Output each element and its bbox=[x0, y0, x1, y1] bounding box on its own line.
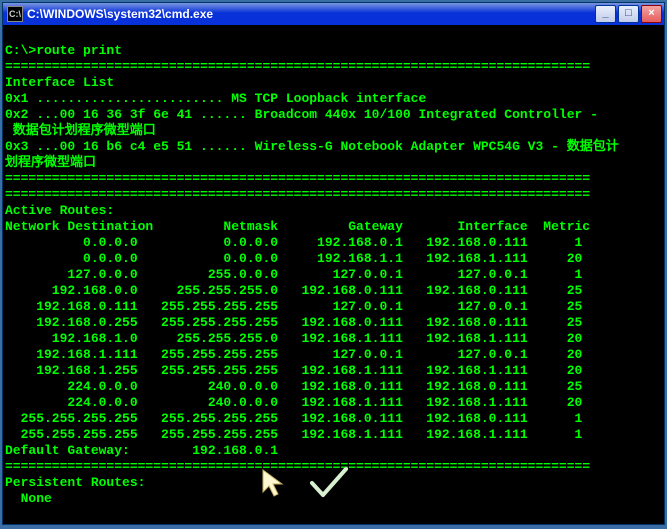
route-row: 255.255.255.255 255.255.255.255 192.168.… bbox=[5, 411, 582, 426]
divider-line: ========================================… bbox=[5, 171, 590, 186]
route-row: 0.0.0.0 0.0.0.0 192.168.1.1 192.168.1.11… bbox=[5, 251, 582, 266]
route-row: 224.0.0.0 240.0.0.0 192.168.1.111 192.16… bbox=[5, 395, 582, 410]
interface-entry: 划程序微型端口 bbox=[5, 155, 96, 170]
interface-entry: 数据包计划程序微型端口 bbox=[5, 123, 156, 138]
window-title: C:\WINDOWS\system32\cmd.exe bbox=[27, 7, 595, 21]
maximize-button[interactable]: □ bbox=[618, 5, 639, 23]
typed-command: route print bbox=[36, 43, 122, 58]
titlebar[interactable]: C:\ C:\WINDOWS\system32\cmd.exe _ □ × bbox=[3, 3, 664, 25]
route-table-header: Network Destination Netmask Gateway Inte… bbox=[5, 219, 590, 234]
divider-line: ========================================… bbox=[5, 59, 590, 74]
persistent-routes-header: Persistent Routes: bbox=[5, 475, 145, 490]
route-row: 192.168.1.111 255.255.255.255 127.0.0.1 … bbox=[5, 347, 582, 362]
route-row: 224.0.0.0 240.0.0.0 192.168.0.111 192.16… bbox=[5, 379, 582, 394]
persistent-routes-none: None bbox=[5, 491, 52, 506]
interface-entry: 0x2 ...00 16 36 3f 6e 41 ...... Broadcom… bbox=[5, 107, 598, 122]
interface-entry: 0x1 ........................ MS TCP Loop… bbox=[5, 91, 426, 106]
route-row: 255.255.255.255 255.255.255.255 192.168.… bbox=[5, 427, 582, 442]
cmd-window: C:\ C:\WINDOWS\system32\cmd.exe _ □ × C:… bbox=[2, 2, 665, 525]
window-controls: _ □ × bbox=[595, 5, 662, 23]
interface-list-header: Interface List bbox=[5, 75, 114, 90]
prompt: C:\> bbox=[5, 523, 36, 524]
prompt: C:\> bbox=[5, 43, 36, 58]
interface-entry: 0x3 ...00 16 b6 c4 e5 51 ...... Wireless… bbox=[5, 139, 619, 154]
active-routes-header: Active Routes: bbox=[5, 203, 114, 218]
close-button[interactable]: × bbox=[641, 5, 662, 23]
divider-line: ========================================… bbox=[5, 187, 590, 202]
route-row: 192.168.1.0 255.255.255.0 192.168.1.111 … bbox=[5, 331, 582, 346]
route-row: 192.168.0.255 255.255.255.255 192.168.0.… bbox=[5, 315, 582, 330]
route-row: 192.168.0.111 255.255.255.255 127.0.0.1 … bbox=[5, 299, 582, 314]
cmd-app-icon: C:\ bbox=[7, 6, 23, 22]
default-gateway-line: Default Gateway: 192.168.0.1 bbox=[5, 443, 278, 458]
route-row: 127.0.0.0 255.0.0.0 127.0.0.1 127.0.0.1 … bbox=[5, 267, 582, 282]
route-row: 192.168.1.255 255.255.255.255 192.168.1.… bbox=[5, 363, 582, 378]
route-row: 192.168.0.0 255.255.255.0 192.168.0.111 … bbox=[5, 283, 582, 298]
minimize-button[interactable]: _ bbox=[595, 5, 616, 23]
divider-line: ========================================… bbox=[5, 459, 590, 474]
route-row: 0.0.0.0 0.0.0.0 192.168.0.1 192.168.0.11… bbox=[5, 235, 582, 250]
terminal-output[interactable]: C:\>route print ========================… bbox=[3, 25, 664, 524]
